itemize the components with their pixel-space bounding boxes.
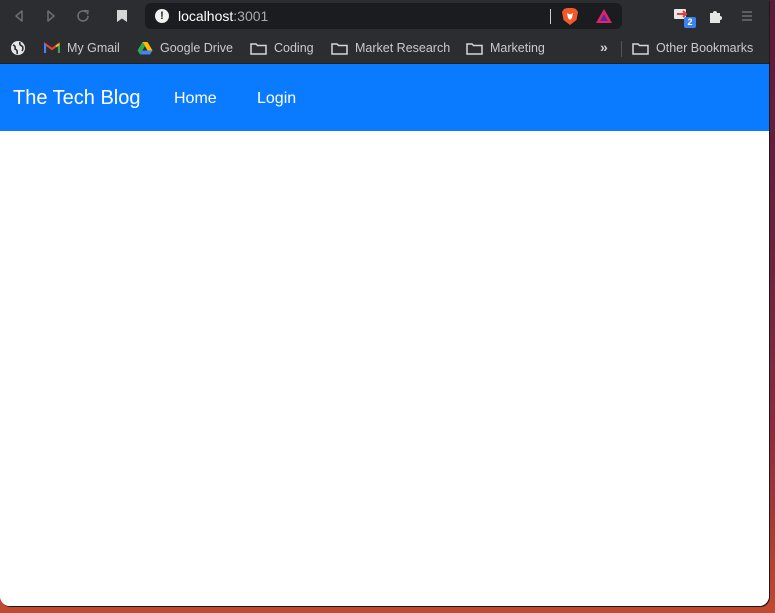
bookmarks-overflow-chevron[interactable]: »	[600, 39, 608, 55]
bookmark-globe[interactable]	[10, 40, 33, 56]
extension-icon[interactable]: 2	[673, 6, 696, 28]
bookmark-label: My Gmail	[67, 41, 120, 55]
bookmark-label: Google Drive	[160, 41, 233, 55]
folder-icon	[331, 42, 348, 55]
url-host: localhost	[178, 8, 234, 24]
bookmarks-separator	[621, 41, 622, 57]
puzzle-extensions-icon[interactable]	[704, 5, 726, 27]
bookmark-folder-market-research[interactable]: Market Research	[331, 40, 450, 56]
globe-icon	[10, 40, 26, 56]
bookmark-label: Coding	[274, 41, 314, 55]
bookmark-label: Marketing	[490, 41, 545, 55]
bookmark-label: Other Bookmarks	[656, 41, 754, 55]
url-divider	[550, 9, 551, 24]
url-port: :3001	[233, 8, 269, 24]
address-bar[interactable]: ! localhost:3001	[145, 3, 622, 29]
bookmark-other-bookmarks[interactable]: Other Bookmarks	[632, 40, 753, 56]
brave-rewards-icon[interactable]	[595, 8, 613, 29]
extension-badge: 2	[684, 17, 696, 28]
bookmarks-bar: My Gmail Google Drive Coding Market Rese…	[0, 33, 769, 64]
hamburger-menu-icon[interactable]	[736, 5, 758, 27]
url-text: localhost:3001	[178, 8, 268, 24]
site-brand[interactable]: The Tech Blog	[13, 87, 141, 110]
bookmark-folder-marketing[interactable]: Marketing	[466, 40, 545, 56]
back-arrow-icon[interactable]	[8, 5, 30, 27]
folder-icon	[250, 42, 267, 55]
nav-link-login[interactable]: Login	[257, 90, 296, 108]
not-secure-warning-icon[interactable]: !	[155, 9, 169, 23]
bookmark-label: Market Research	[355, 41, 451, 55]
browser-toolbar: ! localhost:3001 2	[0, 0, 769, 33]
browser-window: ! localhost:3001 2 My Gmail Google Drive…	[0, 0, 769, 606]
google-drive-icon	[137, 41, 153, 55]
bookmark-icon[interactable]	[111, 5, 133, 27]
folder-icon	[466, 42, 483, 55]
bookmark-my-gmail[interactable]: My Gmail	[44, 40, 120, 56]
reload-icon[interactable]	[72, 5, 94, 27]
bookmark-folder-coding[interactable]: Coding	[250, 40, 314, 56]
site-navbar: The Tech Blog Home Login	[0, 64, 769, 131]
gmail-icon	[44, 42, 60, 54]
nav-link-home[interactable]: Home	[174, 90, 217, 108]
brave-shields-icon[interactable]	[561, 7, 579, 31]
folder-icon	[632, 42, 649, 55]
bookmark-google-drive[interactable]: Google Drive	[137, 40, 233, 56]
forward-arrow-icon[interactable]	[40, 5, 62, 27]
page-content	[0, 131, 769, 606]
